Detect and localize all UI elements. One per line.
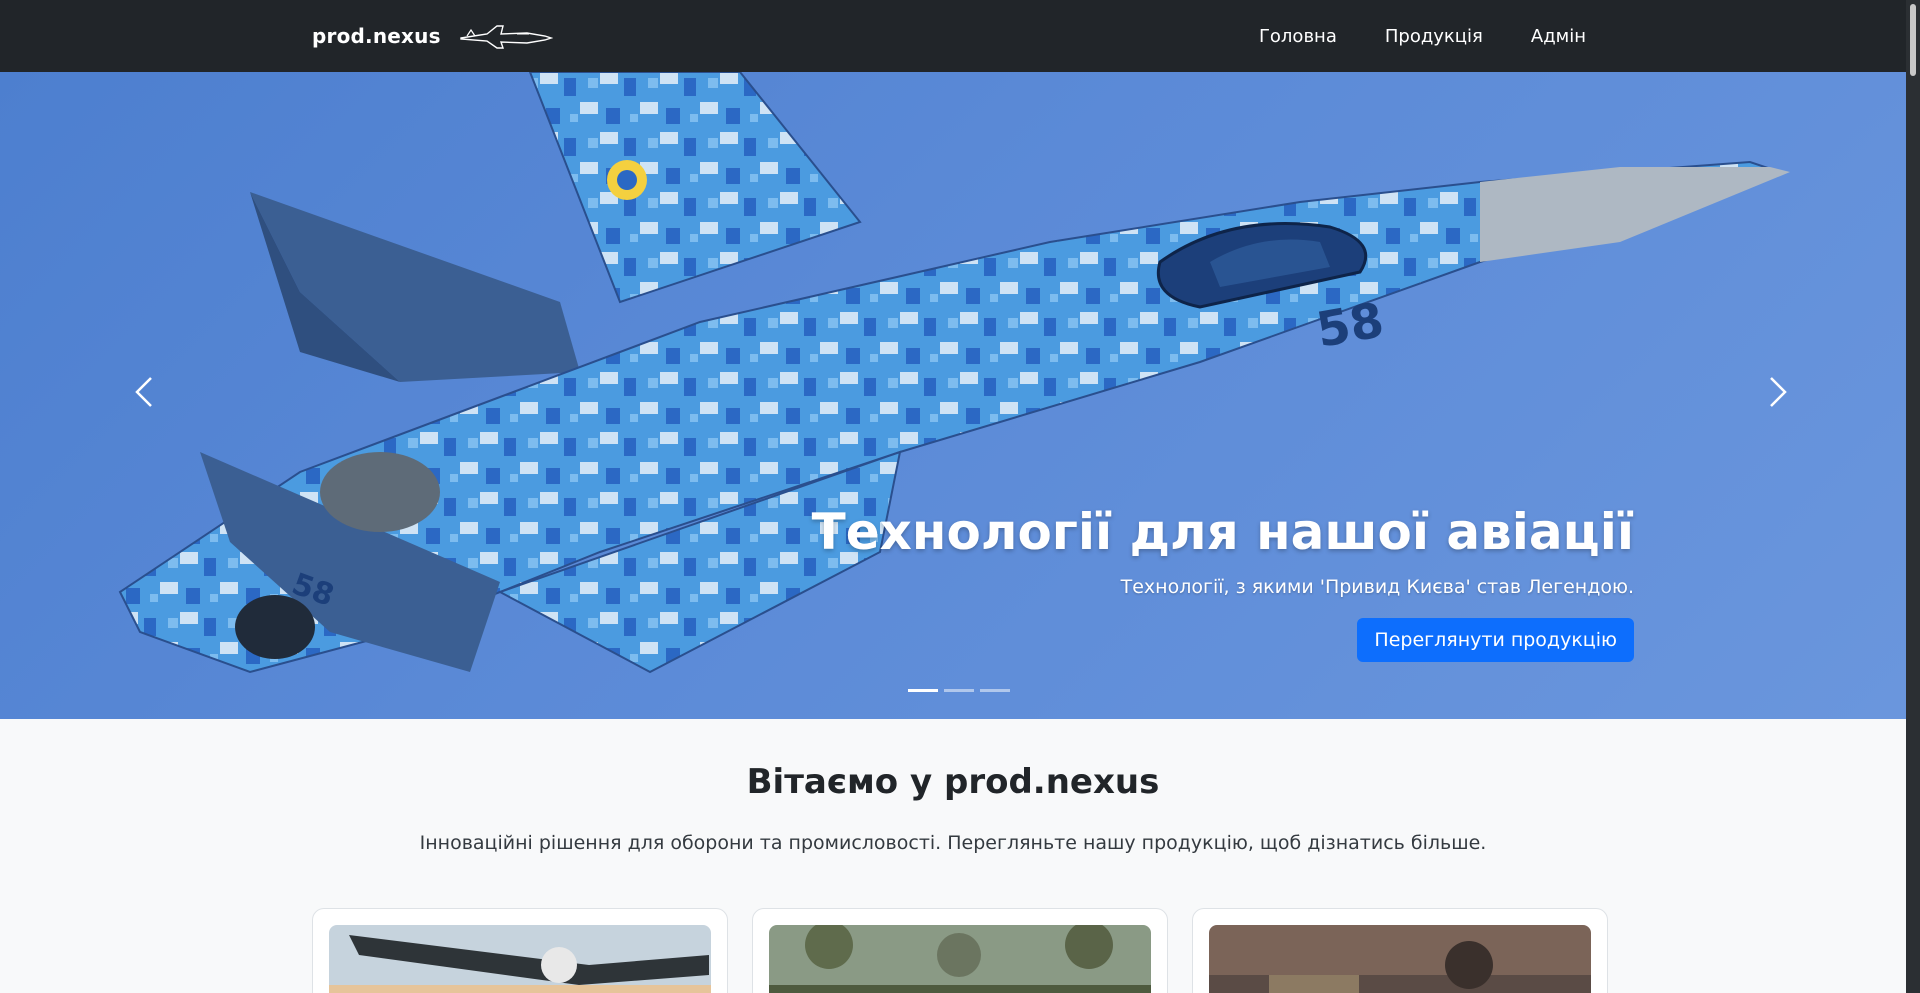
carousel-caption: Технології для нашої авіації Технології,… [812,502,1634,662]
nav-link-products[interactable]: Продукція [1385,26,1483,47]
product-card[interactable] [752,908,1168,993]
carousel-indicator-1[interactable] [908,689,938,692]
chevron-left-icon [135,377,152,407]
nav-links: Головна Продукція Адмін [1259,0,1586,72]
carousel-title: Технології для нашої авіації [811,503,1634,561]
page-scrollbar[interactable] [1906,0,1920,993]
product-card[interactable] [312,908,728,993]
view-products-button[interactable]: Переглянути продукцію [1357,618,1634,662]
drone-image [329,925,711,993]
fighter-jet-icon [459,25,553,49]
nav-link-admin[interactable]: Адмін [1531,26,1586,47]
carousel-prev-button[interactable] [114,362,174,422]
carousel-next-button[interactable] [1748,362,1808,422]
hero-carousel: 58 58 Технології для нашої авіації Техно… [0,72,1906,719]
welcome-title: Вітаємо у prod.nexus [746,762,1160,802]
chevron-right-icon [1770,377,1787,407]
carousel-indicators [908,689,1010,692]
carousel-indicator-3[interactable] [980,689,1010,692]
carousel-subtitle: Технології, з якими 'Привид Києва' став … [1120,576,1634,598]
scrollbar-thumb[interactable] [1910,4,1916,76]
product-card[interactable] [1192,908,1608,993]
nav-link-home[interactable]: Головна [1259,26,1337,47]
navbar: prod.nexus Головна Продукція Адмін [0,0,1920,72]
welcome-text: Інноваційні рішення для оборони та проми… [419,832,1487,854]
brand-link[interactable]: prod.nexus [312,22,553,50]
soldiers-image [769,925,1151,993]
brand-name: prod.nexus [312,24,441,48]
soldier-image [1209,925,1591,993]
svg-text:58: 58 [1312,292,1388,359]
carousel-indicator-2[interactable] [944,689,974,692]
